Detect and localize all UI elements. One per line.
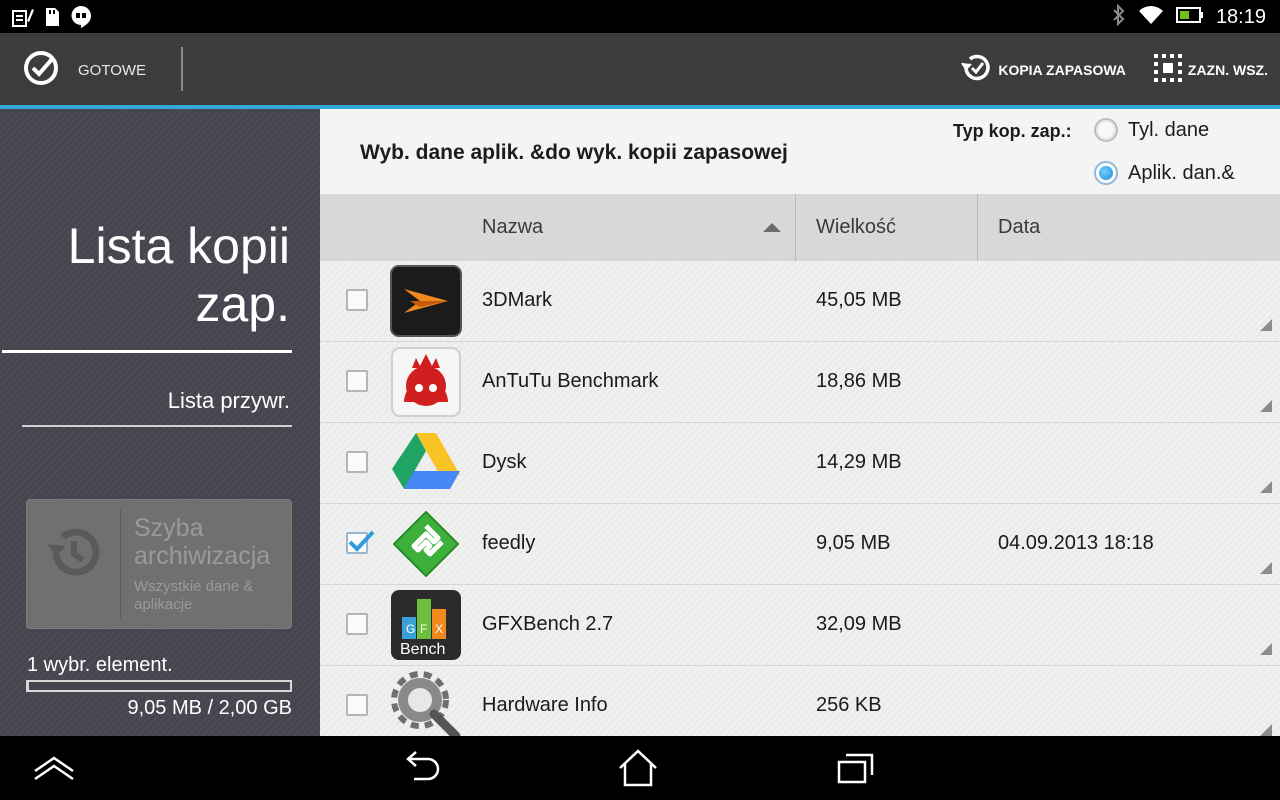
app-size: 32,09 MB bbox=[816, 613, 902, 635]
column-separator bbox=[977, 194, 978, 261]
notes-icon bbox=[12, 7, 34, 32]
radio-label: Aplik. dan.& bbox=[1128, 161, 1235, 184]
expand-corner-icon[interactable] bbox=[1260, 400, 1272, 412]
column-header: Nazwa Wielkość Data bbox=[320, 194, 1280, 261]
table-row[interactable]: AnTuTu Benchmark 18,86 MB bbox=[320, 342, 1280, 423]
page-title: Wyb. dane aplik. &do wyk. kopii zapasowe… bbox=[360, 141, 788, 164]
table-row[interactable]: G F X Bench GFXBench 2.7 32,09 MB bbox=[320, 585, 1280, 666]
app-size: 256 KB bbox=[816, 694, 882, 716]
app-name: feedly bbox=[482, 532, 536, 554]
sidebar-title[interactable]: Lista kopii zap. bbox=[10, 217, 290, 333]
select-all-label: ZAZN. WSZ. bbox=[1187, 61, 1268, 78]
app-date: 04.09.2013 18:18 bbox=[998, 532, 1154, 554]
status-bar: 18:19 bbox=[0, 0, 1280, 33]
clock: 18:19 bbox=[1215, 6, 1266, 28]
column-separator bbox=[795, 194, 796, 261]
action-bar: GOTOWE KOPIA ZAPASOWA ZAZN. WSZ. bbox=[0, 33, 1280, 109]
row-checkbox[interactable] bbox=[346, 370, 368, 392]
restore-list-underline bbox=[22, 425, 292, 427]
app-name: GFXBench 2.7 bbox=[482, 613, 614, 635]
select-all-icon bbox=[1152, 52, 1184, 87]
hardware-info-icon bbox=[390, 670, 462, 736]
app-name: AnTuTu Benchmark bbox=[482, 370, 659, 392]
sidebar-title-underline bbox=[2, 350, 292, 353]
app-name: Hardware Info bbox=[482, 694, 608, 716]
row-checkbox[interactable] bbox=[346, 451, 368, 473]
main-panel: Wyb. dane aplik. &do wyk. kopii zapasowe… bbox=[320, 109, 1280, 736]
sidebar: Lista kopii zap. Lista przywr. Szyba arc… bbox=[0, 109, 320, 736]
action-bar-divider bbox=[181, 47, 183, 91]
radio-button[interactable] bbox=[1094, 118, 1118, 142]
done-label: GOTOWE bbox=[78, 61, 147, 79]
check-circle-icon bbox=[22, 49, 60, 91]
main-header: Wyb. dane aplik. &do wyk. kopii zapasowe… bbox=[320, 109, 1280, 194]
home-icon[interactable] bbox=[608, 748, 668, 788]
size-summary: 9,05 MB / 2,00 GB bbox=[127, 697, 292, 719]
3dmark-icon bbox=[390, 265, 462, 337]
table-row[interactable]: 3DMark 45,05 MB bbox=[320, 261, 1280, 342]
app-name: 3DMark bbox=[482, 289, 553, 311]
row-checkbox[interactable] bbox=[346, 289, 368, 311]
quick-backup-separator bbox=[120, 510, 121, 618]
recent-apps-icon[interactable] bbox=[826, 748, 886, 788]
svg-text:X: X bbox=[435, 622, 443, 636]
feedly-icon bbox=[390, 508, 462, 580]
row-checkbox[interactable] bbox=[346, 694, 368, 716]
sort-ascending-icon bbox=[763, 223, 781, 232]
backup-type-label: Typ kop. zap.: bbox=[953, 121, 1072, 141]
expand-corner-icon[interactable] bbox=[1260, 319, 1272, 331]
done-button[interactable]: GOTOWE bbox=[22, 51, 146, 89]
backup-button[interactable]: KOPIA ZAPASOWA bbox=[958, 51, 1126, 88]
wifi-icon bbox=[1138, 5, 1164, 30]
hangouts-icon bbox=[70, 5, 92, 34]
app-size: 14,29 MB bbox=[816, 451, 902, 473]
battery-icon bbox=[1175, 6, 1204, 29]
selected-count: 1 wybr. element. bbox=[27, 654, 173, 676]
table-row[interactable]: Hardware Info 256 KB bbox=[320, 666, 1280, 736]
expand-corner-icon[interactable] bbox=[1260, 643, 1272, 655]
radio-button[interactable] bbox=[1094, 161, 1118, 185]
quick-backup-title: Szyba archiwizacja bbox=[134, 514, 271, 570]
google-drive-icon bbox=[390, 427, 462, 499]
column-name[interactable]: Nazwa bbox=[482, 194, 543, 261]
quick-backup-button[interactable]: Szyba archiwizacja Wszystkie dane & apli… bbox=[26, 499, 292, 629]
navigation-bar bbox=[0, 736, 1280, 800]
svg-text:Bench: Bench bbox=[400, 641, 445, 658]
back-icon[interactable] bbox=[392, 748, 452, 788]
expand-corner-icon[interactable] bbox=[1260, 724, 1272, 736]
antutu-icon bbox=[390, 346, 462, 418]
svg-text:G: G bbox=[406, 622, 415, 636]
row-checkbox[interactable] bbox=[346, 613, 368, 635]
column-date[interactable]: Data bbox=[998, 194, 1040, 261]
expand-corner-icon[interactable] bbox=[1260, 562, 1272, 574]
column-size[interactable]: Wielkość bbox=[816, 194, 896, 261]
menu-up-icon[interactable] bbox=[24, 748, 84, 788]
app-size: 9,05 MB bbox=[816, 532, 891, 554]
table-row[interactable]: Dysk 14,29 MB bbox=[320, 423, 1280, 504]
storage-progress-bar bbox=[26, 680, 292, 692]
radio-data-only[interactable]: Tyl. dane bbox=[1094, 118, 1209, 142]
app-list: 3DMark 45,05 MB AnTuTu Benchmark 18,86 M… bbox=[320, 261, 1280, 736]
svg-text:F: F bbox=[420, 622, 427, 636]
sd-card-icon bbox=[44, 7, 60, 32]
radio-app-and-data[interactable]: Aplik. dan.& bbox=[1094, 161, 1235, 185]
app-size: 45,05 MB bbox=[816, 289, 902, 311]
radio-label: Tyl. dane bbox=[1128, 118, 1210, 141]
quick-backup-subtitle: Wszystkie dane & aplikacje bbox=[134, 578, 254, 613]
history-icon bbox=[41, 520, 107, 591]
checkmark-icon bbox=[348, 530, 375, 552]
backup-label: KOPIA ZAPASOWA bbox=[998, 61, 1126, 78]
app-size: 18,86 MB bbox=[816, 370, 902, 392]
gfxbench-icon: G F X Bench bbox=[390, 589, 462, 661]
row-checkbox[interactable] bbox=[346, 530, 375, 554]
bluetooth-icon bbox=[1112, 3, 1126, 31]
storage-progress-fill bbox=[28, 682, 30, 690]
select-all-button[interactable]: ZAZN. WSZ. bbox=[1152, 52, 1268, 87]
expand-corner-icon[interactable] bbox=[1260, 481, 1272, 493]
app-name: Dysk bbox=[482, 451, 527, 473]
table-row[interactable]: feedly 9,05 MB 04.09.2013 18:18 bbox=[320, 504, 1280, 585]
restore-list-tab[interactable]: Lista przywr. bbox=[168, 388, 290, 414]
backup-icon bbox=[958, 51, 994, 88]
